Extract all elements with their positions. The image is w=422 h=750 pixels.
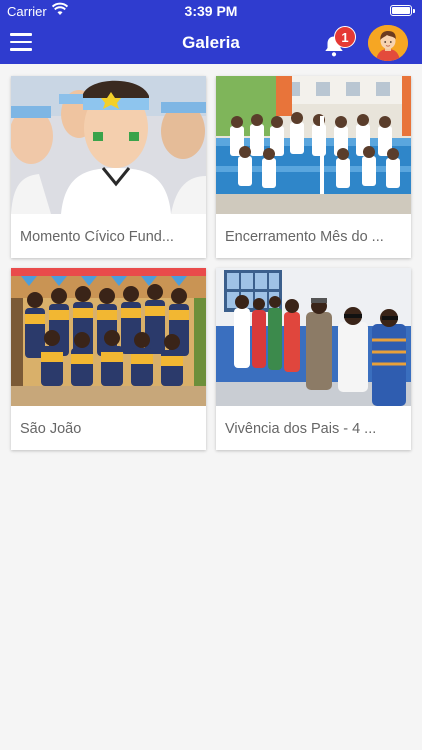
gallery-card-title: Encerramento Mês do ...	[225, 229, 384, 245]
gallery-photo	[216, 76, 411, 214]
gallery-card-title: Vivência dos Pais - 4 ...	[225, 421, 377, 437]
gallery-card[interactable]: Momento Cívico Fund...	[11, 76, 206, 258]
header: Carrier 3:39 PM Galeria 1	[0, 0, 422, 64]
status-time: 3:39 PM	[184, 3, 238, 19]
user-avatar-icon	[368, 25, 408, 61]
notification-badge: 1	[334, 26, 356, 48]
battery-icon	[390, 5, 415, 16]
app-bar: Galeria 1	[0, 22, 422, 64]
page-title: Galeria	[182, 33, 240, 52]
status-bar: Carrier 3:39 PM	[0, 0, 422, 22]
gallery-card-title: Momento Cívico Fund...	[20, 229, 174, 245]
avatar[interactable]	[368, 25, 408, 61]
gallery-photo	[216, 268, 411, 406]
gallery-card[interactable]: Encerramento Mês do ...	[216, 76, 411, 258]
gallery-card-title: São João	[20, 421, 82, 437]
gallery-photo	[11, 268, 206, 406]
gallery-card[interactable]: São João	[11, 268, 206, 450]
gallery-card[interactable]: Vivência dos Pais - 4 ...	[216, 268, 411, 450]
gallery-photo	[11, 76, 206, 214]
